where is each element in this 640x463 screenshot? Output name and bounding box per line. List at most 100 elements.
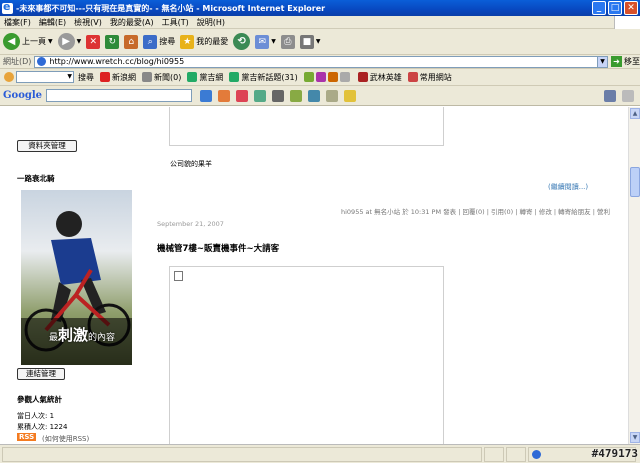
go-arrow-icon: ➜ xyxy=(611,56,623,67)
photo-caption: 最刺激的內容 xyxy=(49,326,116,344)
sidebar-section-title: 一路衰北騎 xyxy=(17,174,55,183)
google-translate-icon[interactable] xyxy=(308,89,321,102)
menu-edit[interactable]: 編輯(E) xyxy=(35,17,70,28)
google-pagerank-icon[interactable] xyxy=(218,89,231,102)
google-options-icon[interactable] xyxy=(622,89,634,102)
link-icon-a xyxy=(303,72,314,82)
google-wrench-icon[interactable] xyxy=(604,89,616,102)
google-logo: Google xyxy=(3,90,43,101)
address-input[interactable]: http://www.wretch.cc/blog/hi0955 ▼ xyxy=(34,55,609,68)
refresh-button[interactable]: ↻ xyxy=(105,34,120,49)
google-search-icon[interactable] xyxy=(200,89,213,102)
link-common-sites[interactable]: 常用網站 xyxy=(407,72,452,83)
history-button[interactable]: ⟲ xyxy=(233,33,251,50)
link-sina[interactable]: 新浪網 xyxy=(100,72,136,83)
edit-button[interactable]: ■ ▼ xyxy=(299,34,321,49)
post1-caption: 公司貌的果羊 xyxy=(170,160,212,168)
link-wulin[interactable]: 武林英雄 xyxy=(357,72,402,83)
edit-icon: ■ xyxy=(299,34,314,49)
windows-logo-icon xyxy=(614,16,640,29)
stats-title: 參觀人氣統計 xyxy=(17,395,62,404)
print-icon: ⎙ xyxy=(280,34,295,49)
print-button[interactable]: ⎙ xyxy=(280,34,295,49)
google-highlight-icon[interactable] xyxy=(344,89,357,102)
post1-footer[interactable]: hi0955 at 無名小站 於 10:31 PM 發表 | 回覆(0) | 引… xyxy=(341,206,610,216)
forward-button[interactable]: ▶ ▼ xyxy=(57,33,81,50)
sidebar-photo: 最刺激的內容 xyxy=(21,190,132,365)
title-bar: -未來事都不可知---只有現在是真實的- - 無名小站 - Microsoft … xyxy=(0,0,640,16)
link-misc-icons[interactable] xyxy=(303,72,352,82)
menu-tools[interactable]: 工具(T) xyxy=(158,17,193,28)
status-text-area xyxy=(2,446,482,462)
google-toolbar: Google xyxy=(0,86,640,106)
toolbar: ◀ 上一頁 ▼ ▶ ▼ ✕ ↻ ⌂ ⌕ 搜尋 ★ 我的最愛 ⟲ ✉ ▼ ⎙ ■ ▼ xyxy=(0,29,640,55)
menu-help[interactable]: 說明(H) xyxy=(193,17,229,28)
menu-file[interactable]: 檔案(F) xyxy=(0,17,35,28)
forward-arrow-icon: ▶ xyxy=(57,33,75,50)
maximize-button[interactable]: □ xyxy=(608,1,622,15)
stats-today: 當日人次: 1 xyxy=(17,412,55,420)
sina-icon xyxy=(100,72,110,82)
window-title: -未來事都不可知---只有現在是真實的- - 無名小站 - Microsoft … xyxy=(16,3,326,13)
link-dangji[interactable]: 黨吉網 xyxy=(187,72,223,83)
vertical-scrollbar[interactable]: ▲ ▼ xyxy=(628,107,640,444)
ie-icon xyxy=(2,0,13,14)
menu-view[interactable]: 檢視(V) xyxy=(70,17,106,28)
search-button[interactable]: ⌕ 搜尋 xyxy=(143,34,175,49)
link-dangji-topics[interactable]: 黨吉新話題(31) xyxy=(229,72,298,83)
wulin-icon xyxy=(357,72,368,82)
star-icon: ★ xyxy=(180,34,195,49)
favorites-button[interactable]: ★ 我的最愛 xyxy=(180,34,228,49)
search-icon: ⌕ xyxy=(143,34,158,49)
google-send-icon[interactable] xyxy=(326,89,339,102)
stop-icon: ✕ xyxy=(86,34,101,49)
go-button[interactable]: ➜ 移至 xyxy=(611,56,640,67)
scroll-up-icon[interactable]: ▲ xyxy=(630,108,640,119)
address-label: 網址(D) xyxy=(3,57,32,66)
image-watermark: #479173 xyxy=(591,447,638,460)
links-search-combo[interactable] xyxy=(16,71,74,83)
link-icon-d xyxy=(339,72,350,82)
menu-bar: 檔案(F) 編輯(E) 檢視(V) 我的最愛(A) 工具(T) 說明(H) xyxy=(0,16,640,29)
post2-image-frame xyxy=(169,266,444,444)
status-segment xyxy=(484,446,504,462)
minimize-button[interactable]: _ xyxy=(592,1,606,15)
post2-title[interactable]: 機械管7樓~販賣機事件~大請客 xyxy=(157,242,279,254)
address-dropdown-icon[interactable]: ▼ xyxy=(597,56,608,67)
scroll-down-icon[interactable]: ▼ xyxy=(630,432,640,443)
broken-image-icon xyxy=(174,271,183,281)
refresh-icon: ↻ xyxy=(105,34,120,49)
links-search-button[interactable]: 搜尋 xyxy=(78,72,94,83)
google-check-icon[interactable] xyxy=(290,89,303,102)
link-news[interactable]: 新聞(0) xyxy=(142,72,181,83)
status-bar xyxy=(0,444,640,463)
google-search-input[interactable] xyxy=(46,89,193,102)
google-bookmark-icon[interactable] xyxy=(272,89,285,102)
internet-zone-icon xyxy=(532,449,541,459)
address-url: http://www.wretch.cc/blog/hi0955 xyxy=(49,57,185,66)
google-plus-icon[interactable] xyxy=(254,89,267,102)
read-more-link[interactable]: (繼續閱讀...) xyxy=(548,182,588,192)
google-popup-icon[interactable] xyxy=(236,89,249,102)
link-icon-b xyxy=(315,72,326,82)
back-button[interactable]: ◀ 上一頁 ▼ xyxy=(3,33,53,50)
rss-badge[interactable]: RSS xyxy=(17,433,37,441)
stats-total: 累積人次: 1224 xyxy=(17,423,68,431)
back-arrow-icon: ◀ xyxy=(3,33,20,50)
stop-button[interactable]: ✕ xyxy=(86,34,101,49)
scroll-thumb[interactable] xyxy=(630,167,640,197)
address-bar: 網址(D) http://www.wretch.cc/blog/hi0955 ▼… xyxy=(0,55,640,69)
home-button[interactable]: ⌂ xyxy=(124,34,139,49)
rss-help-link[interactable]: (如何使用RSS) xyxy=(42,434,89,444)
folder-manage-button[interactable]: 資料夾管理 xyxy=(17,140,77,152)
news-icon xyxy=(142,72,152,82)
close-button[interactable]: ✕ xyxy=(624,1,638,15)
history-icon: ⟲ xyxy=(233,33,251,50)
menu-favorites[interactable]: 我的最愛(A) xyxy=(106,17,158,28)
page-icon xyxy=(37,57,47,66)
mail-button[interactable]: ✉ ▼ xyxy=(255,34,276,49)
wretch-icon[interactable] xyxy=(4,72,14,82)
mail-icon: ✉ xyxy=(255,34,270,49)
link-manage-button[interactable]: 連結管理 xyxy=(17,368,65,380)
page-content: 資料夾管理 一路衰北騎 最刺激的內容 連結管理 參觀人氣統計 當日人次: 1 累… xyxy=(0,107,628,444)
